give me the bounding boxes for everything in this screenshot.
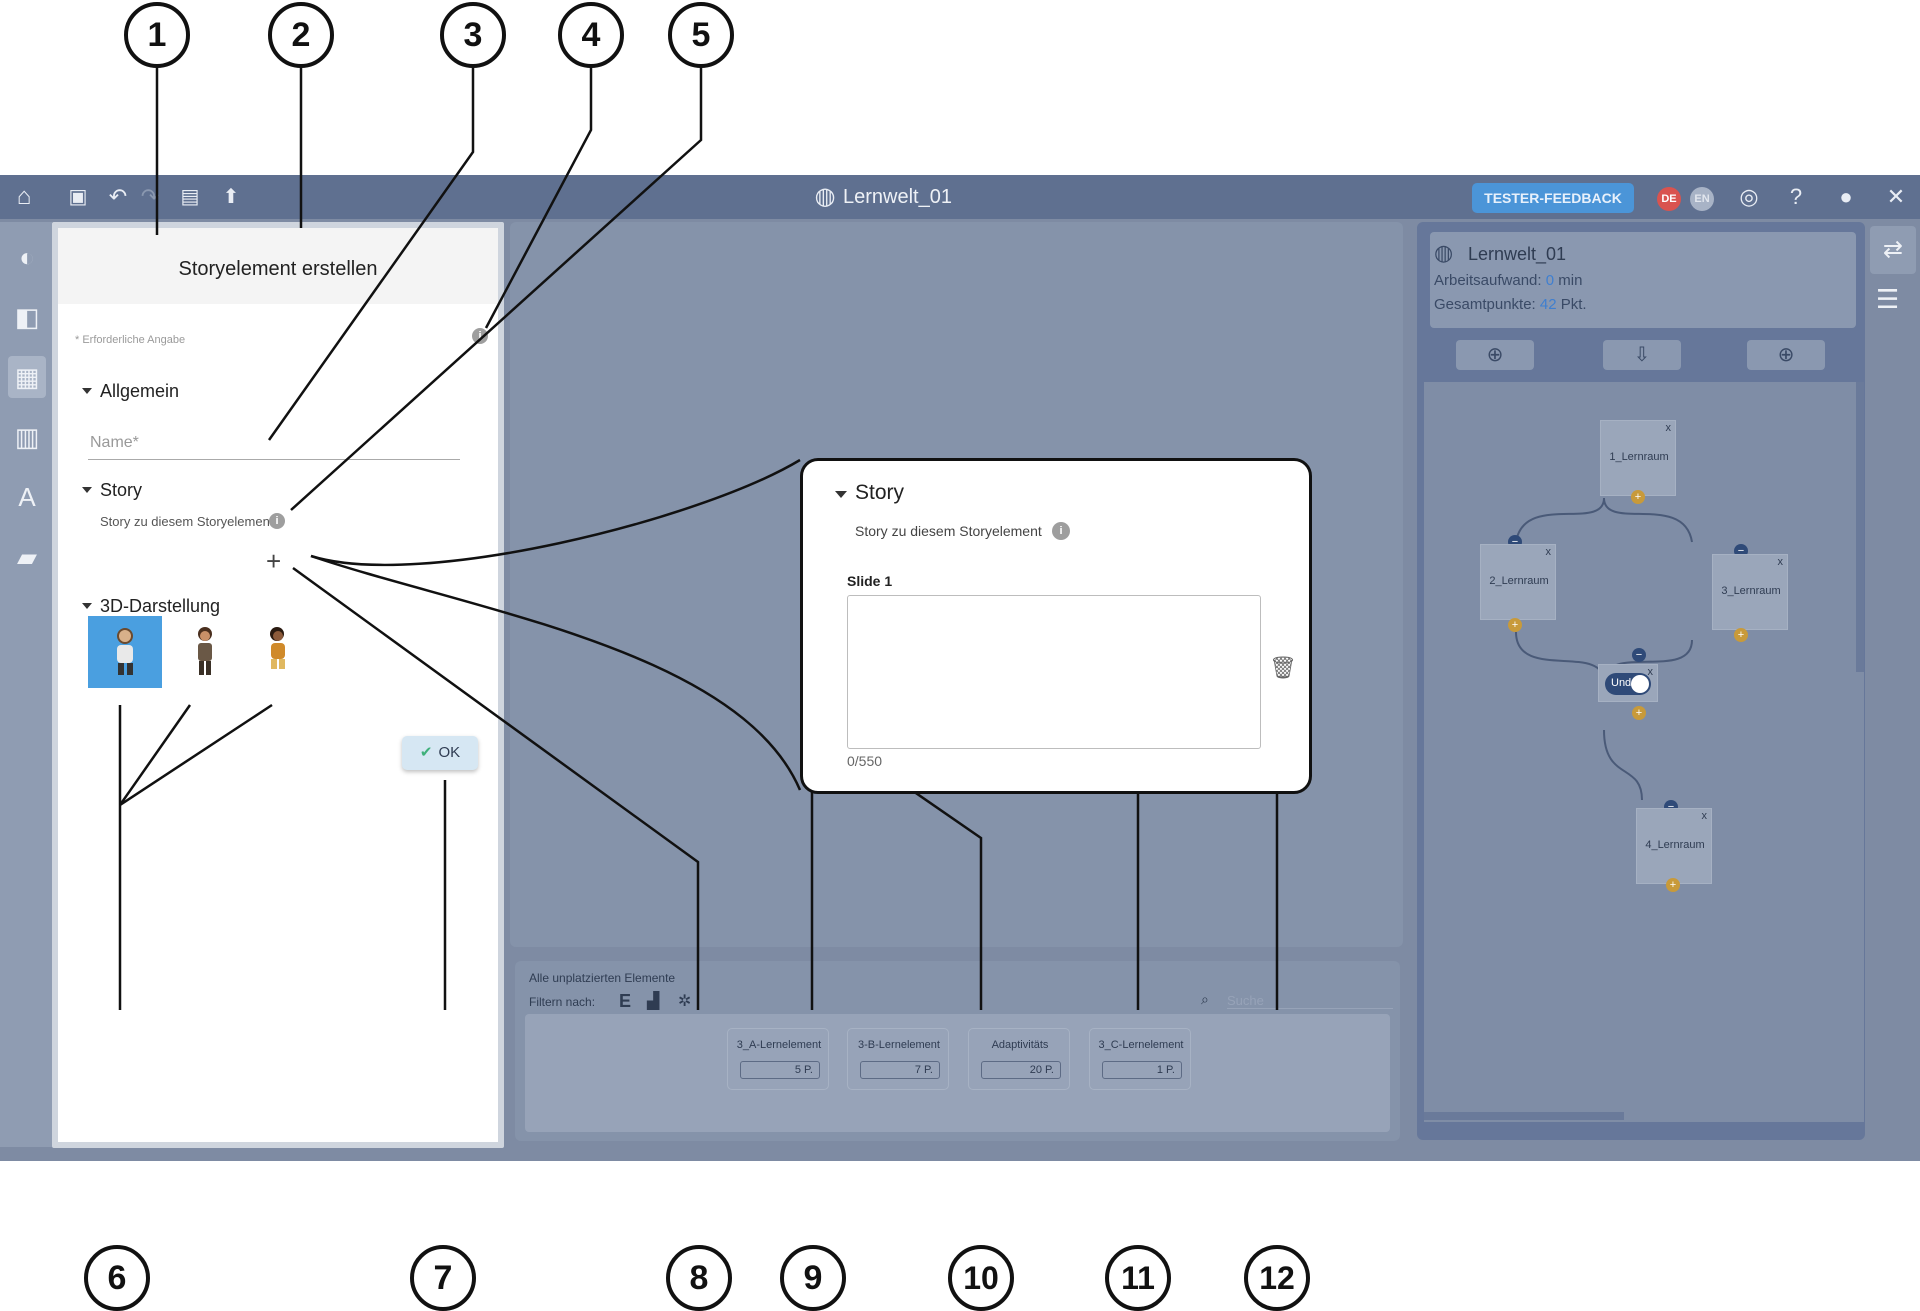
trash-icon[interactable]: 🗑 [1269, 655, 1297, 681]
callout-12: 12 [1244, 1245, 1310, 1311]
story-zoom-callout: Story Story zu diesem Storyelement i Sli… [800, 458, 1312, 794]
callout-9: 9 [780, 1245, 846, 1311]
slide-label: Slide 1 [847, 573, 893, 589]
slide-text-area[interactable] [847, 595, 1261, 749]
callout-11: 11 [1105, 1245, 1171, 1311]
character-counter: 0/550 [847, 753, 883, 769]
story-section-title[interactable]: Story [855, 481, 904, 505]
collapse-icon[interactable] [835, 491, 847, 498]
info-icon[interactable]: i [1052, 522, 1070, 540]
callout-3: 3 [440, 2, 506, 68]
annotated-screenshot: ⌂ ▣ ↶ ↷ ▤ ⬆ ◍ Lernwelt_01 TESTER-FEEDBAC… [0, 0, 1920, 1311]
callout-1: 1 [124, 2, 190, 68]
callout-2: 2 [268, 2, 334, 68]
callout-6: 6 [84, 1245, 150, 1311]
callout-5: 5 [668, 2, 734, 68]
story-hint: Story zu diesem Storyelement [855, 523, 1042, 539]
callout-10: 10 [948, 1245, 1014, 1311]
callout-8: 8 [666, 1245, 732, 1311]
callout-7: 7 [410, 1245, 476, 1311]
callout-4: 4 [558, 2, 624, 68]
